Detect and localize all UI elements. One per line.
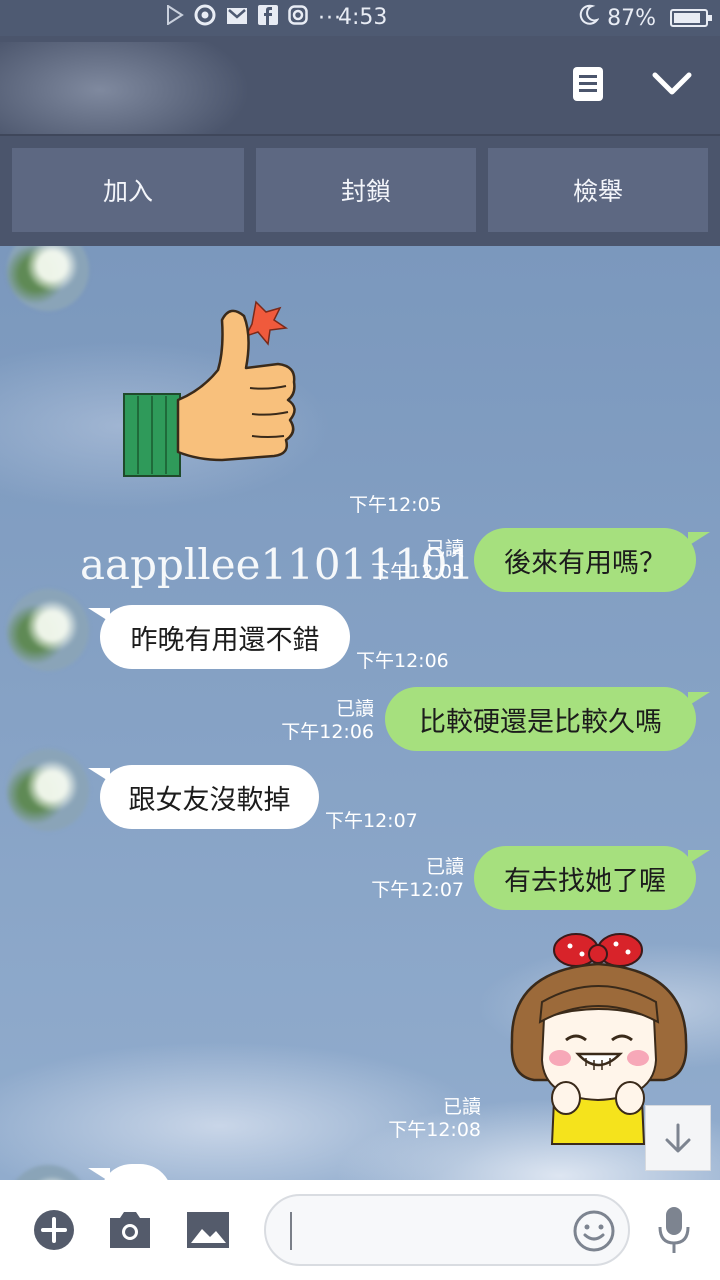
avatar[interactable] [6, 1164, 90, 1180]
plus-button[interactable] [32, 1208, 76, 1252]
notification-icons: ··· [166, 4, 342, 32]
camera-icon [110, 1212, 150, 1248]
battery-percent: 87% [607, 5, 656, 31]
battery-fill [674, 13, 700, 23]
message-time: 下午12:05 [349, 494, 442, 516]
add-friend-button[interactable]: 加入 [12, 148, 244, 232]
message-meta: 已讀 下午12:08 [388, 1096, 481, 1142]
bubble-tail [688, 850, 710, 864]
message-bubble-sent[interactable]: 比較硬還是比較久嗎 [385, 687, 696, 751]
battery-icon [670, 9, 712, 27]
avatar[interactable] [6, 588, 90, 672]
chevron-down-icon [652, 72, 692, 95]
stranger-action-bar: 加入 封鎖 檢舉 [0, 134, 720, 246]
read-receipt: 已讀 [425, 856, 464, 878]
voice-button[interactable] [654, 1204, 694, 1256]
thumbs-up-sticker[interactable] [118, 290, 318, 490]
facebook-icon [258, 5, 278, 31]
message-bubble-received[interactable]: 昨晚有用還不錯 [100, 605, 350, 669]
emoji-button[interactable] [572, 1209, 616, 1253]
status-bar: ··· 4:53 87% [0, 0, 720, 36]
scroll-to-bottom-button[interactable] [645, 1105, 711, 1171]
note-icon [573, 67, 603, 101]
message-meta: 已讀 下午12:06 [281, 698, 374, 744]
text-caret [290, 1212, 292, 1250]
read-receipt: 已讀 [335, 698, 374, 720]
avatar[interactable] [6, 748, 90, 832]
collapse-button[interactable] [648, 64, 696, 104]
note-button[interactable] [570, 64, 606, 104]
chat-area[interactable]: 下午12:05 已讀 下午12:05 後來有用嗎？ 昨晚有用還不錯 下午12:0… [0, 246, 720, 1180]
play-store-icon [166, 4, 184, 31]
message-time: 下午12:07 [325, 810, 418, 832]
clock: 4:53 [338, 5, 388, 30]
read-receipt: 已讀 [442, 1096, 481, 1118]
microphone-icon [658, 1207, 690, 1253]
message-bubble-received[interactable]: 跟女友沒軟掉 [100, 765, 319, 829]
bubble-tail [688, 532, 710, 546]
avatar[interactable] [6, 246, 90, 312]
image-button[interactable] [186, 1208, 230, 1252]
image-icon [187, 1212, 229, 1248]
message-input[interactable] [264, 1194, 630, 1266]
message-bubble-received[interactable] [100, 1164, 172, 1180]
username-watermark: aappllee11011101 [80, 540, 475, 589]
gmail-icon [226, 6, 248, 31]
arrow-down-icon [665, 1123, 691, 1153]
camera-button[interactable] [108, 1208, 152, 1252]
status-right: 87% [579, 4, 712, 32]
instagram-icon [288, 5, 308, 31]
chrome-icon [194, 4, 216, 32]
bubble-tail [688, 692, 710, 706]
message-time: 下午12:06 [356, 650, 449, 672]
message-bubble-sent[interactable]: 後來有用嗎？ [474, 528, 696, 592]
emoji-icon [573, 1210, 615, 1252]
message-time: 下午12:06 [281, 721, 374, 743]
message-time: 下午12:07 [371, 879, 464, 901]
do-not-disturb-moon-icon [579, 4, 600, 32]
report-button[interactable]: 檢舉 [488, 148, 708, 232]
block-button[interactable]: 封鎖 [256, 148, 476, 232]
chat-header [0, 36, 720, 162]
message-input-bar [0, 1180, 720, 1280]
message-meta: 已讀 下午12:07 [371, 856, 464, 902]
plus-icon [34, 1210, 74, 1250]
message-time: 下午12:08 [388, 1119, 481, 1141]
message-bubble-sent[interactable]: 有去找她了喔 [474, 846, 696, 910]
